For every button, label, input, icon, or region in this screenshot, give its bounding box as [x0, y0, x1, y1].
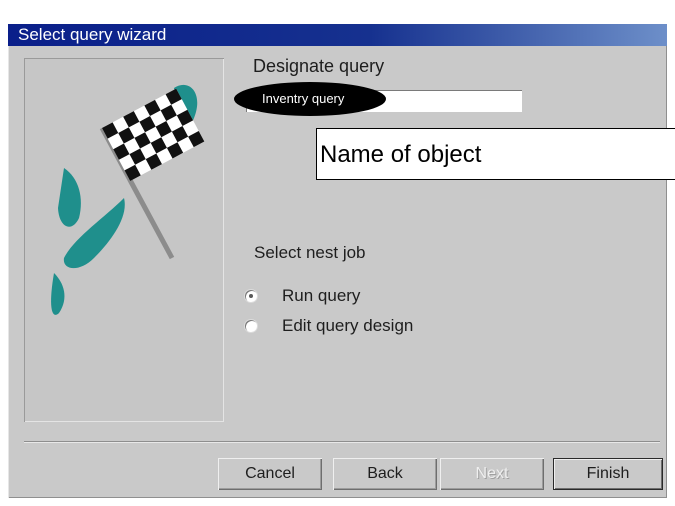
callout-text: Name of object [320, 141, 482, 168]
footer-divider [24, 441, 660, 443]
run-query-radio[interactable] [245, 290, 257, 302]
window-title: Select query wizard [18, 25, 167, 44]
query-name-value[interactable]: Inventry query [262, 90, 344, 108]
edit-query-design-label[interactable]: Edit query design [282, 316, 413, 336]
next-button[interactable]: Next [440, 458, 544, 490]
wizard-image-panel [24, 58, 224, 422]
designate-query-label: Designate query [253, 56, 385, 76]
checkered-flag-icon [51, 84, 205, 315]
finish-button[interactable]: Finish [553, 458, 663, 490]
back-button[interactable]: Back [333, 458, 437, 490]
next-job-label: Select nest job [254, 243, 366, 262]
cancel-button[interactable]: Cancel [218, 458, 322, 490]
run-query-label[interactable]: Run query [282, 286, 360, 306]
edit-query-design-radio[interactable] [245, 320, 257, 332]
